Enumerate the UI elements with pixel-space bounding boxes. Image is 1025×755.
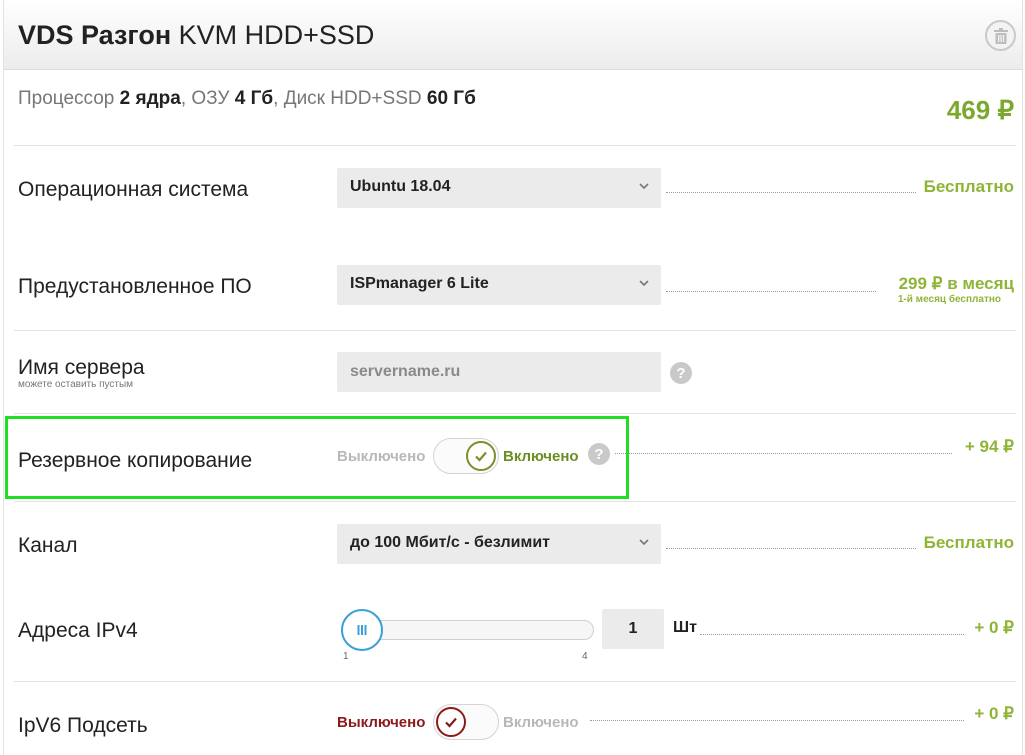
- dotted-leader: [666, 192, 916, 193]
- ram-label: , ОЗУ: [180, 88, 235, 109]
- check-icon: [445, 717, 457, 728]
- trash-icon: [993, 27, 1008, 44]
- panel-header: VDS Разгон KVM HDD+SSD: [4, 0, 1022, 70]
- divider: [14, 681, 1016, 682]
- server-name-label: Имя сервера: [18, 356, 145, 379]
- delete-plan-button[interactable]: [985, 20, 1016, 51]
- server-name-help-icon[interactable]: ?: [670, 362, 692, 384]
- total-price: 469 ₽: [946, 95, 1014, 125]
- vds-config-panel: VDS Разгон KVM HDD+SSD Процессор 2 ядра,…: [3, 0, 1023, 755]
- plan-specs: Процессор 2 ядра, ОЗУ 4 Гб, Диск HDD+SSD…: [18, 88, 476, 110]
- chevron-down-icon: [639, 280, 649, 287]
- ipv4-quantity[interactable]: 1: [602, 609, 664, 649]
- plan-title-bold: VDS Разгон: [18, 20, 172, 50]
- server-name-sublabel: можете оставить пустым: [18, 379, 134, 390]
- software-price-note: 1-й месяц бесплатно: [897, 294, 1001, 305]
- grip-icon: [357, 625, 367, 635]
- divider: [14, 145, 1016, 146]
- ipv4-unit: Шт: [673, 619, 697, 636]
- os-label: Операционная система: [18, 178, 249, 201]
- dotted-leader: [666, 548, 916, 549]
- server-name-input[interactable]: [337, 352, 661, 392]
- software-label: Предустановленное ПО: [18, 275, 252, 298]
- dotted-leader: [615, 453, 952, 454]
- disk-label: , Диск HDD+SSD: [273, 88, 427, 109]
- plan-title: VDS Разгон KVM HDD+SSD: [18, 20, 374, 51]
- os-price: Бесплатно: [923, 177, 1014, 196]
- slider-min-label: 1: [343, 651, 349, 662]
- disk-value: 60 Гб: [426, 88, 476, 109]
- channel-select-value: до 100 Мбит/с - безлимит: [350, 534, 550, 551]
- os-select[interactable]: Ubuntu 18.04: [337, 168, 661, 208]
- software-select[interactable]: ISPmanager 6 Lite: [337, 265, 661, 305]
- chevron-down-icon: [639, 183, 649, 190]
- cpu-value: 2 ядра: [119, 88, 181, 109]
- divider: [14, 413, 1016, 414]
- ipv4-slider-handle[interactable]: [341, 609, 383, 651]
- ipv4-price: + 0 ₽: [974, 618, 1014, 637]
- ipv6-on-label[interactable]: Включено: [503, 714, 579, 731]
- ipv6-off-label[interactable]: Выключено: [337, 714, 425, 731]
- ipv6-label: IpV6 Подсеть: [18, 714, 148, 737]
- divider: [14, 501, 1016, 502]
- slider-max-label: 4: [582, 651, 588, 662]
- backup-row-highlight: [5, 416, 629, 499]
- ipv6-toggle[interactable]: [433, 704, 499, 740]
- channel-label: Канал: [18, 534, 78, 557]
- backup-price: + 94 ₽: [964, 437, 1014, 456]
- toggle-knob: [436, 707, 466, 737]
- channel-select[interactable]: до 100 Мбит/с - безлимит: [337, 524, 661, 564]
- channel-price: Бесплатно: [923, 533, 1014, 552]
- chevron-down-icon: [639, 539, 649, 546]
- os-select-value: Ubuntu 18.04: [350, 178, 451, 195]
- plan-title-rest: KVM HDD+SSD: [171, 20, 375, 50]
- ipv4-label: Адреса IPv4: [18, 619, 138, 642]
- dotted-leader: [700, 634, 964, 635]
- software-price: 299 ₽ в месяц: [898, 274, 1014, 293]
- ipv6-price: + 0 ₽: [974, 704, 1014, 723]
- dotted-leader: [590, 720, 964, 721]
- ram-value: 4 Гб: [234, 88, 274, 109]
- software-select-value: ISPmanager 6 Lite: [350, 275, 489, 292]
- dotted-leader: [666, 291, 876, 292]
- cpu-label: Процессор: [18, 88, 120, 109]
- divider: [14, 330, 1016, 331]
